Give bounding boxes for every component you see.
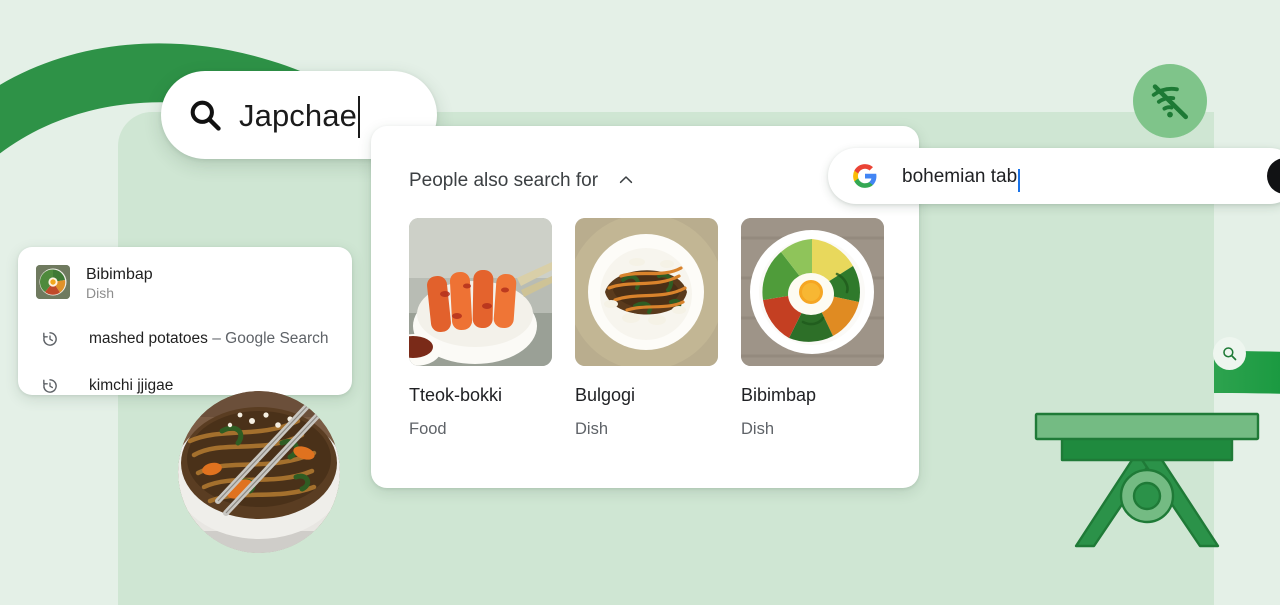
pasf-item[interactable]: Bulgogi Dish bbox=[575, 218, 718, 438]
tteokbokki-photo bbox=[409, 218, 552, 366]
bibimbap-thumbnail bbox=[36, 265, 70, 299]
wifi-off-badge bbox=[1133, 64, 1207, 138]
pasf-item-name: Bibimbap bbox=[741, 385, 817, 405]
pasf-title: People also search for bbox=[409, 169, 599, 191]
table-illustration bbox=[1032, 406, 1262, 554]
google-query-text: bohemian tab bbox=[902, 165, 1018, 187]
history-row-1[interactable]: mashed potatoes – Google Search bbox=[18, 315, 352, 362]
entity-title: Bibimbap bbox=[86, 266, 153, 283]
suggestion-entity-row[interactable]: Bibimbap Dish bbox=[18, 261, 352, 315]
wifi-off-icon bbox=[1151, 84, 1189, 120]
pasf-item[interactable]: Bibimbap Dish bbox=[741, 218, 884, 438]
history-text-1: mashed potatoes – Google Search bbox=[89, 329, 329, 347]
chevron-up-icon[interactable] bbox=[616, 170, 636, 190]
history-icon bbox=[43, 378, 57, 393]
pasf-item-type: Dish bbox=[575, 419, 609, 438]
search-icon bbox=[190, 100, 221, 131]
search-icon bbox=[1223, 347, 1237, 361]
illustration-stage: Japchae Bibimbap Dish mashed potatoes – … bbox=[0, 0, 1280, 605]
pasf-item-list: Tteok-bokki Food Bulgogi Dish Bibimbap D… bbox=[371, 190, 919, 438]
search-query-text: Japchae bbox=[239, 97, 357, 133]
pasf-item-type: Food bbox=[409, 419, 447, 438]
history-row-2[interactable]: kimchi jjigae bbox=[18, 362, 352, 395]
pasf-item[interactable]: Tteok-bokki Food bbox=[409, 218, 552, 438]
text-caret bbox=[357, 96, 360, 138]
history-text-2: kimchi jjigae bbox=[89, 376, 174, 394]
entity-subtitle: Dish bbox=[86, 285, 115, 301]
bibimbap-photo bbox=[741, 218, 884, 366]
japchae-photo bbox=[178, 391, 340, 553]
history-icon bbox=[43, 331, 57, 346]
band-search-badge bbox=[1213, 337, 1246, 370]
pasf-item-name: Tteok-bokki bbox=[409, 385, 503, 405]
pasf-item-type: Dish bbox=[741, 419, 775, 438]
google-g-logo bbox=[853, 164, 877, 188]
google-search-bar[interactable]: bohemian tab bbox=[828, 148, 1280, 204]
entity-text-block: Bibimbap Dish bbox=[86, 265, 153, 302]
pasf-item-name: Bulgogi bbox=[575, 385, 636, 405]
search-suggestions-card: Bibimbap Dish mashed potatoes – Google S… bbox=[18, 247, 352, 395]
bulgogi-photo bbox=[575, 218, 718, 366]
text-caret bbox=[1018, 168, 1021, 192]
